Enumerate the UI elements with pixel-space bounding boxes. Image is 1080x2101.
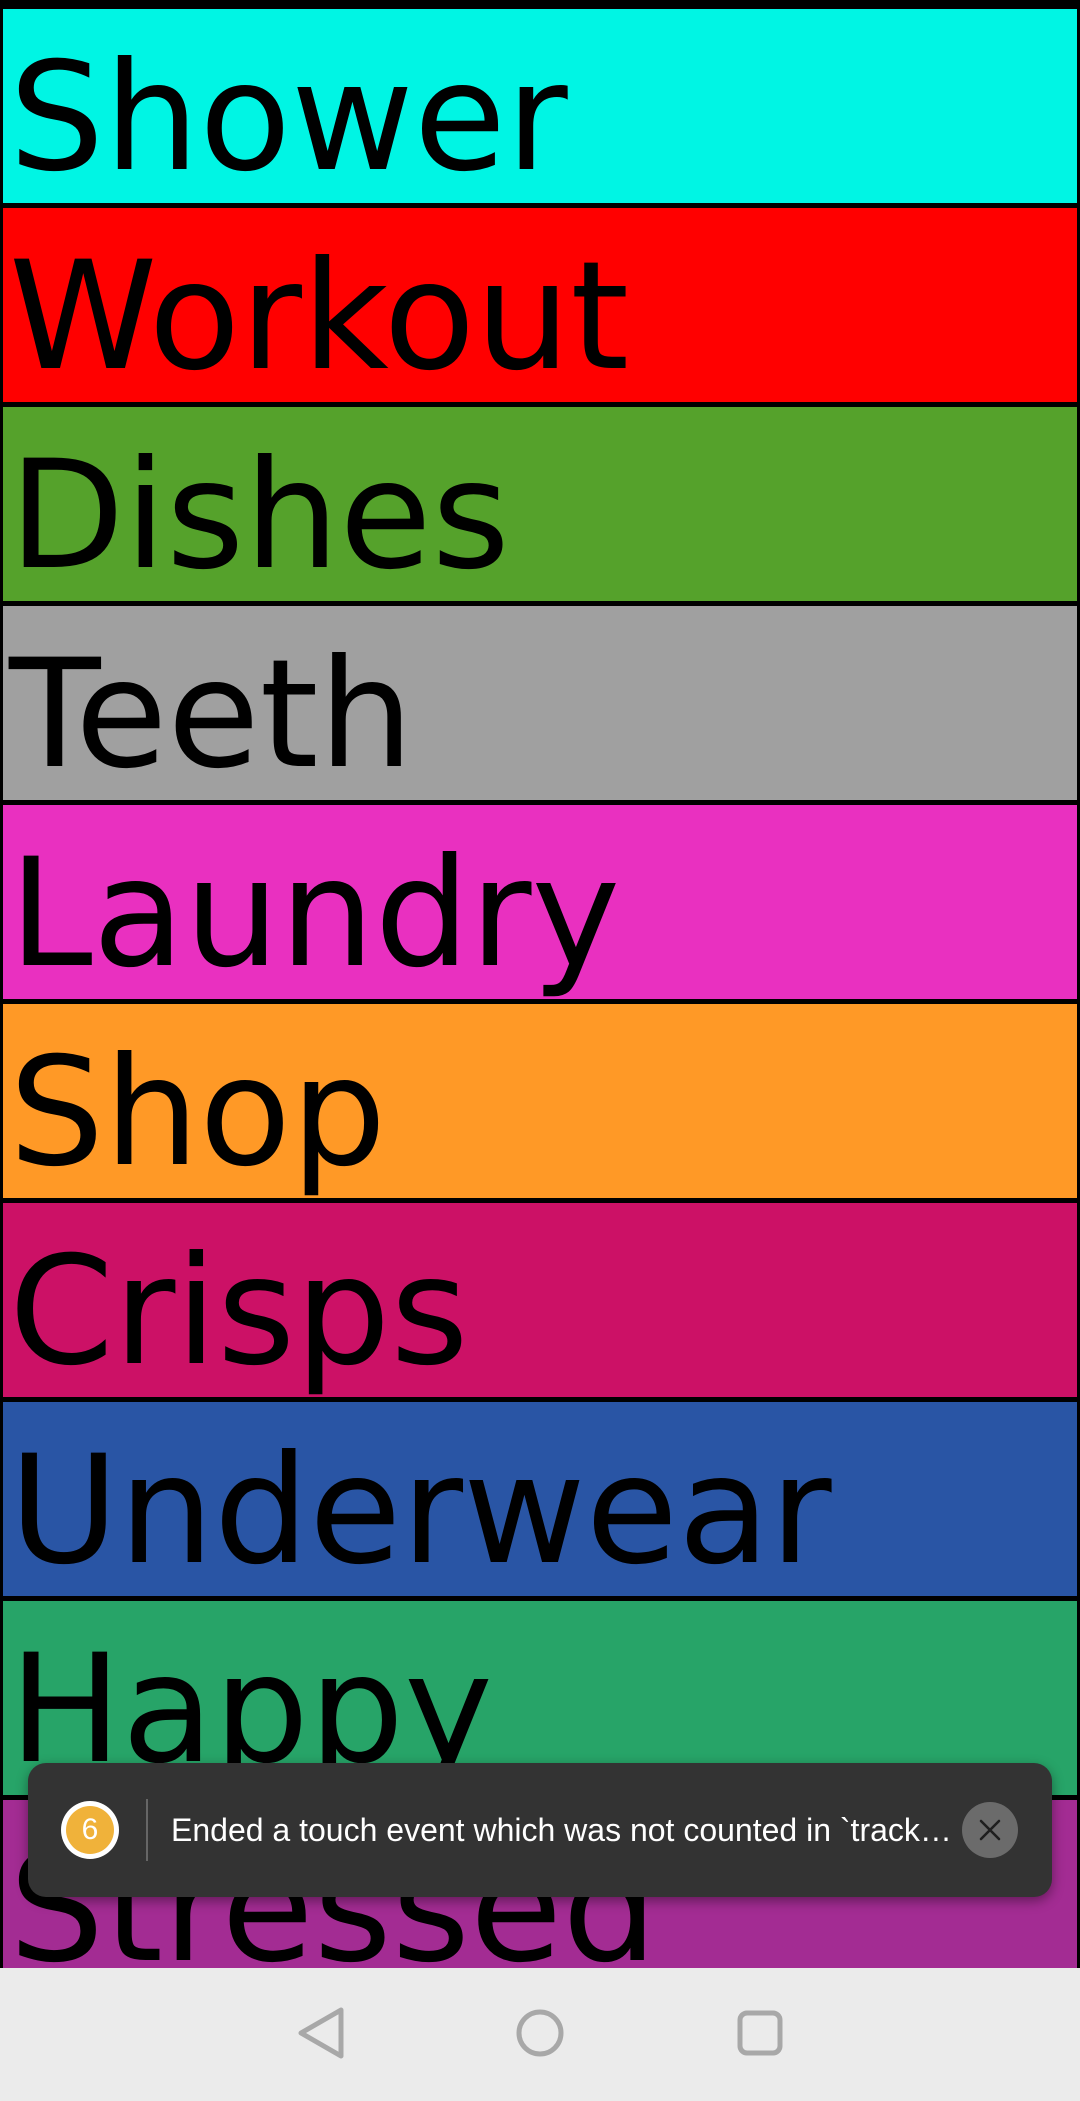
habit-list: Shower Workout Dishes Teeth Laundry Shop Crisp… (0, 0, 1080, 1968)
toast-notification[interactable]: 6 Ended a touch event which was not coun… (28, 1763, 1052, 1897)
habit-row-shop[interactable]: Shop (3, 1004, 1077, 1198)
habit-row-label: Workout (9, 230, 630, 402)
toast-message: Ended a touch event which was not counte… (171, 1812, 961, 1848)
habit-row-label: Shower (9, 31, 568, 203)
home-circle-icon (516, 2009, 564, 2057)
habit-row-shower[interactable]: Shower (3, 9, 1077, 203)
toast-dismiss-button[interactable] (962, 1802, 1018, 1858)
habit-row-dishes[interactable]: Dishes (3, 407, 1077, 601)
habit-row-label: Underwear (9, 1424, 832, 1596)
toast-divider (146, 1799, 148, 1861)
habit-row-workout[interactable]: Workout (3, 208, 1077, 402)
habit-row-label: Teeth (9, 628, 414, 800)
nav-back-button[interactable] (286, 1998, 356, 2068)
nav-recents-button[interactable] (725, 1998, 795, 2068)
habit-row-label: Laundry (9, 827, 621, 999)
nav-home-button[interactable] (505, 1998, 575, 2068)
back-triangle-icon (298, 2007, 344, 2059)
habit-row-label: Dishes (9, 429, 510, 601)
close-icon (979, 1819, 1001, 1841)
app-screen: Shower Workout Dishes Teeth Laundry Shop Crisp… (0, 0, 1080, 2101)
toast-count-badge: 6 (61, 1801, 119, 1859)
habit-row-teeth[interactable]: Teeth (3, 606, 1077, 800)
toast-count-value: 6 (66, 1806, 114, 1854)
habit-row-label: Crisps (9, 1225, 469, 1397)
habit-row-laundry[interactable]: Laundry (3, 805, 1077, 999)
habit-row-crisps[interactable]: Crisps (3, 1203, 1077, 1397)
system-navigation-bar (0, 1968, 1080, 2101)
habit-row-label: Shop (9, 1026, 387, 1198)
recents-square-icon (737, 2010, 783, 2056)
habit-row-underwear[interactable]: Underwear (3, 1402, 1077, 1596)
